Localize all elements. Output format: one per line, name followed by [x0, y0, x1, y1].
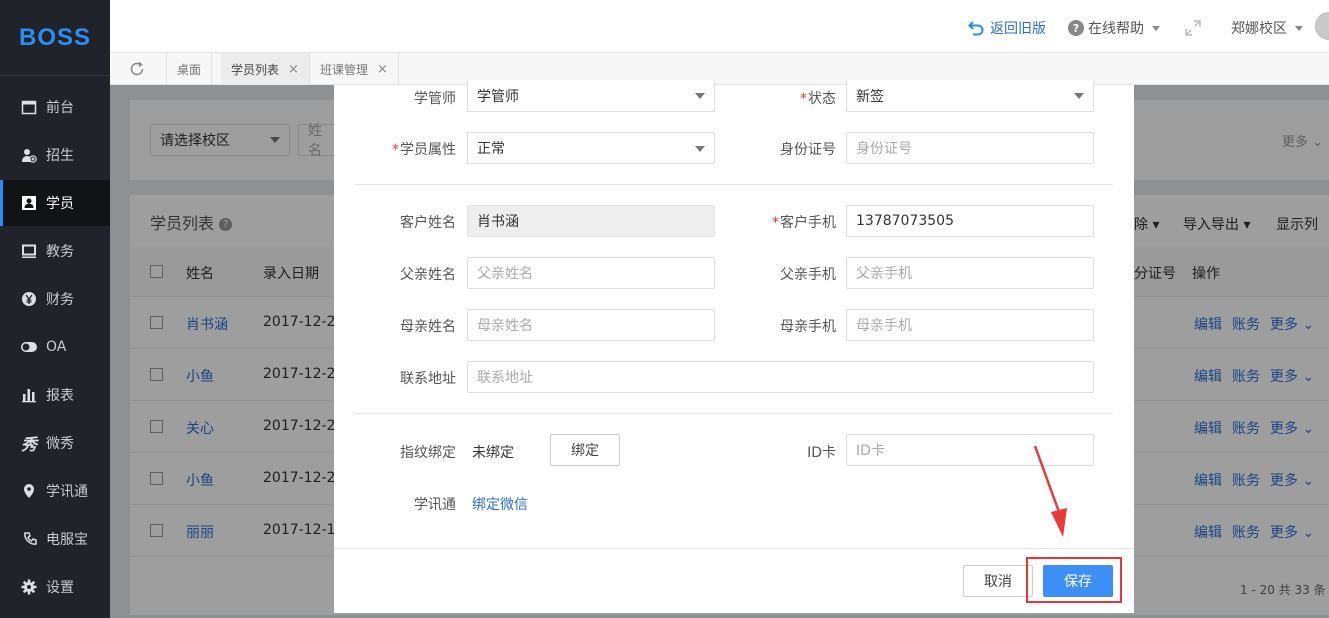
- sidebar-item-label: 教务: [46, 244, 74, 260]
- close-icon[interactable]: ×: [288, 62, 299, 77]
- board-icon: [20, 243, 38, 259]
- location-icon: [20, 483, 38, 499]
- sidebar-item-reports[interactable]: 报表: [0, 372, 110, 418]
- toggle-icon: [20, 339, 38, 355]
- tab-student-list[interactable]: 学员列表 ×: [221, 53, 310, 85]
- back-old-version-link[interactable]: 返回旧版: [968, 18, 1046, 38]
- mother-phone-input[interactable]: 母亲手机: [846, 309, 1094, 341]
- chevron-down-icon: [1074, 93, 1084, 99]
- section-divider: [355, 184, 1113, 185]
- mother-name-label: 母亲姓名: [400, 319, 456, 335]
- help-icon: ?: [1068, 20, 1084, 36]
- sidebar-item-label: 财务: [46, 292, 74, 308]
- tab-label: 桌面: [177, 62, 202, 77]
- avatar[interactable]: [1315, 12, 1329, 40]
- sidebar-item-label: 电服宝: [46, 532, 88, 548]
- user-card-icon: [20, 195, 38, 211]
- yen-icon: [20, 291, 38, 307]
- manager-select[interactable]: 学管师: [467, 80, 715, 112]
- page-tabs: 桌面 学员列表 × 班课管理 ×: [110, 53, 1329, 85]
- campus-menu[interactable]: 郑娜校区: [1231, 18, 1303, 38]
- tab-class-management[interactable]: 班课管理 ×: [310, 53, 399, 85]
- bar-chart-icon: [20, 387, 38, 403]
- sidebar-item-oa[interactable]: OA: [0, 324, 110, 370]
- customer-name-label: 客户姓名: [400, 215, 456, 231]
- topbar: 返回旧版 ? 在线帮助 郑娜校区: [110, 0, 1329, 53]
- back-old-version-label: 返回旧版: [990, 21, 1046, 37]
- address-input[interactable]: 联系地址: [467, 361, 1094, 393]
- tab-label: 学员列表: [231, 62, 280, 77]
- xuexuntong-label: 学讯通: [414, 497, 456, 513]
- online-help-menu[interactable]: ? 在线帮助: [1068, 18, 1160, 38]
- tab-desktop[interactable]: 桌面: [167, 53, 213, 85]
- sidebar-item-weixiu[interactable]: 秀 微秀: [0, 420, 110, 466]
- customer-name-input: 肖书涵: [467, 205, 715, 237]
- idcard-label: 身份证号: [780, 142, 836, 158]
- sidebar: BOSS 前台 招生 学员 教务 财务 OA 报表 秀 微秀 学讯通 电服宝 设…: [0, 0, 110, 618]
- sidebar-item-finance[interactable]: 财务: [0, 276, 110, 322]
- student-attr-select[interactable]: 正常: [467, 132, 715, 164]
- manager-label: 学管师: [414, 91, 456, 107]
- bind-fingerprint-button[interactable]: 绑定: [550, 434, 620, 466]
- fingerprint-label: 指纹绑定: [400, 445, 456, 461]
- red-arrow-annotation: [1033, 445, 1067, 537]
- sidebar-item-enroll[interactable]: 招生: [0, 132, 110, 178]
- mother-name-input[interactable]: 母亲姓名: [467, 309, 715, 341]
- phone-icon: [20, 531, 38, 547]
- sidebar-item-label: OA: [46, 339, 67, 355]
- cancel-button[interactable]: 取消: [963, 565, 1033, 597]
- user-add-icon: [20, 147, 38, 163]
- address-label: 联系地址: [400, 371, 456, 387]
- calendar-icon: [20, 99, 38, 115]
- idcard-input[interactable]: 身份证号: [846, 132, 1094, 164]
- fullscreen-icon[interactable]: [1184, 19, 1202, 37]
- tab-label: 班课管理: [320, 62, 369, 77]
- sidebar-item-label: 招生: [46, 148, 74, 164]
- section-divider: [355, 413, 1113, 414]
- father-phone-input[interactable]: 父亲手机: [846, 257, 1094, 289]
- online-help-label: 在线帮助: [1088, 21, 1144, 37]
- father-phone-label: 父亲手机: [780, 267, 836, 283]
- customer-phone-label: *客户手机: [772, 215, 836, 231]
- status-label: *状态: [800, 91, 836, 107]
- student-attr-label: *学员属性: [392, 142, 456, 158]
- chevron-down-icon: [1152, 25, 1160, 31]
- customer-phone-input[interactable]: 13787073505: [846, 205, 1094, 237]
- sidebar-item-label: 前台: [46, 100, 74, 116]
- status-select[interactable]: 新签: [846, 80, 1094, 112]
- gear-icon: [20, 579, 38, 595]
- save-button[interactable]: 保存: [1043, 565, 1113, 597]
- refresh-icon[interactable]: [129, 61, 145, 81]
- xiu-icon: 秀: [20, 435, 37, 454]
- fingerprint-status: 未绑定: [472, 445, 514, 461]
- sidebar-item-settings[interactable]: 设置: [0, 564, 110, 610]
- sidebar-item-label: 报表: [46, 388, 74, 404]
- modal-footer: 取消 保存: [334, 548, 1134, 613]
- father-name-input[interactable]: 父亲姓名: [467, 257, 715, 289]
- sidebar-item-frontdesk[interactable]: 前台: [0, 84, 110, 130]
- sidebar-item-students[interactable]: 学员: [0, 180, 110, 226]
- sidebar-item-label: 学讯通: [46, 484, 88, 500]
- sidebar-item-label: 学员: [46, 196, 74, 212]
- campus-label: 郑娜校区: [1231, 21, 1287, 37]
- bind-wechat-link[interactable]: 绑定微信: [472, 494, 528, 514]
- edit-student-modal: 学管师 学管师 *状态 新签 *学员属性 正常 身份证号 身份证号 客户姓名 肖…: [334, 80, 1134, 613]
- sidebar-item-label: 设置: [46, 580, 74, 596]
- father-name-label: 父亲姓名: [400, 267, 456, 283]
- chevron-down-icon: [1295, 25, 1303, 31]
- sidebar-item-label: 微秀: [46, 436, 74, 452]
- mother-phone-label: 母亲手机: [780, 319, 836, 335]
- chevron-down-icon: [695, 146, 705, 152]
- boss-logo: BOSS: [0, 0, 110, 76]
- close-icon[interactable]: ×: [377, 62, 388, 77]
- sidebar-item-academic[interactable]: 教务: [0, 228, 110, 274]
- sidebar-item-xuexuntong[interactable]: 学讯通: [0, 468, 110, 514]
- idc-label: ID卡: [807, 445, 836, 461]
- sidebar-item-dianfubao[interactable]: 电服宝: [0, 516, 110, 562]
- chevron-down-icon: [695, 93, 705, 99]
- undo-icon: [968, 20, 986, 36]
